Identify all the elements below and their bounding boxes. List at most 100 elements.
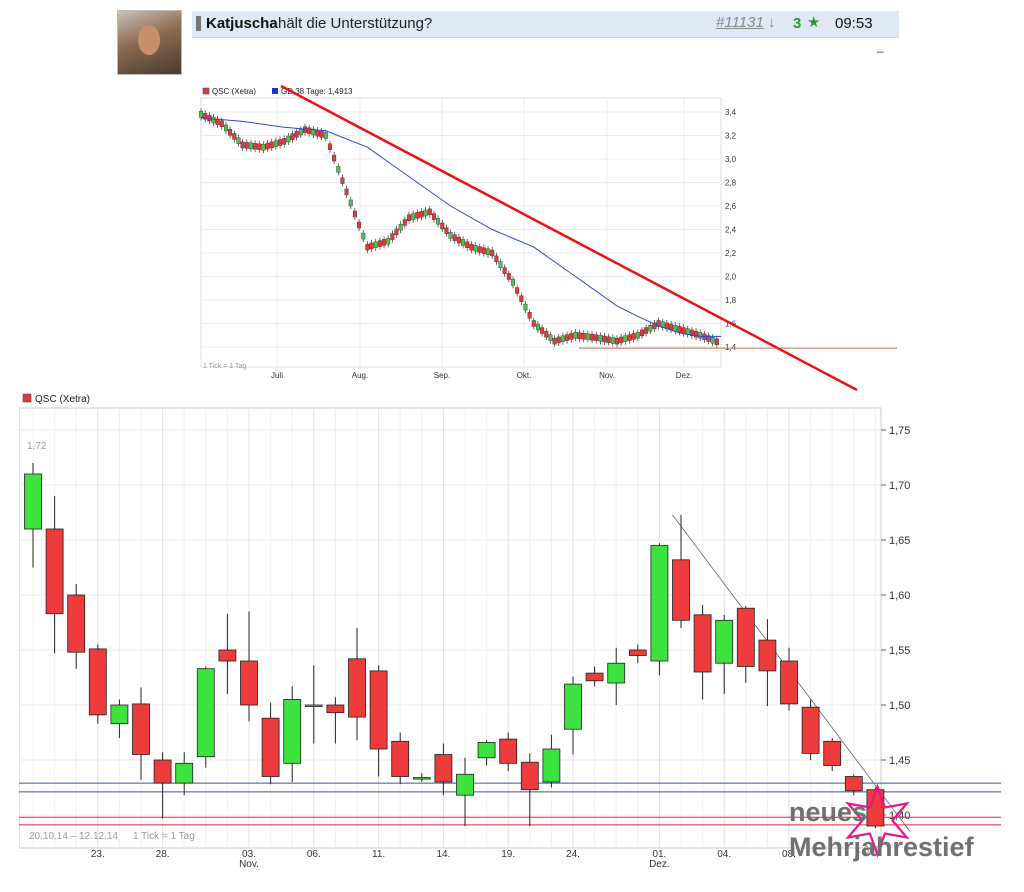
candle — [672, 559, 690, 621]
top-candle — [581, 332, 586, 340]
main-x-month-label: Dez. — [649, 859, 670, 870]
top-candle — [452, 234, 457, 241]
top-candle — [490, 249, 495, 257]
candle — [261, 717, 280, 777]
top-candle — [278, 139, 283, 146]
candle — [780, 660, 798, 705]
main-y-tick-label: 1,60 — [889, 590, 910, 602]
candle — [88, 648, 107, 716]
main-x-tick-label: 06. — [307, 849, 321, 860]
top-candle — [598, 335, 603, 342]
post-marker — [196, 16, 201, 31]
user-avatar[interactable] — [117, 10, 182, 75]
candle — [456, 773, 474, 796]
main-y-tick-label: 1,45 — [889, 755, 910, 767]
top-candle — [448, 232, 453, 239]
top-candle — [248, 142, 253, 150]
avatar-face — [138, 25, 160, 55]
top-candle — [619, 336, 624, 344]
top-x-tick-label: Dez. — [676, 371, 692, 380]
top-y-tick-label: 3,2 — [725, 132, 737, 141]
post-username[interactable]: Katjuscha — [206, 15, 278, 32]
top-candle — [556, 336, 561, 344]
candle — [585, 672, 604, 682]
top-chart: 3,43,23,02,82,62,42,22,01,81,61,4JuliAug… — [199, 84, 897, 392]
candle — [542, 748, 561, 783]
candle — [412, 777, 431, 780]
main-legend-label: QSC (Xetra) — [35, 394, 90, 405]
top-candle — [223, 124, 228, 132]
high-value-label: 1,72 — [27, 441, 47, 452]
candle — [369, 670, 388, 750]
candle — [348, 658, 366, 718]
top-candle — [211, 116, 216, 124]
top-candle — [423, 209, 428, 217]
top-y-tick-label: 2,4 — [725, 226, 737, 235]
top-candle — [560, 335, 565, 342]
top-candle — [535, 323, 540, 331]
main-y-tick-label: 1,70 — [889, 480, 910, 492]
top-candle — [236, 137, 241, 144]
top-candle — [673, 324, 678, 332]
top-candle — [323, 132, 328, 139]
top-candle — [340, 177, 345, 184]
top-candle — [373, 241, 378, 248]
top-candle — [361, 232, 366, 240]
top-y-tick-label: 1,8 — [725, 296, 737, 305]
candle — [240, 660, 258, 706]
candle — [650, 545, 669, 662]
top-candle — [519, 295, 524, 303]
reply-arrow-icon[interactable]: ↓ — [768, 14, 776, 31]
top-chart-footer: 1 Tick = 1 Tag — [203, 363, 246, 370]
candle — [823, 740, 842, 766]
candle — [844, 776, 863, 792]
star-icon[interactable]: ★ — [807, 13, 820, 31]
top-candle — [273, 140, 278, 147]
candle — [218, 649, 237, 662]
top-candle — [602, 335, 607, 343]
top-candle — [315, 129, 320, 137]
candle — [736, 607, 755, 667]
top-candle — [436, 218, 441, 225]
top-candle — [377, 240, 382, 247]
top-candle — [523, 303, 528, 311]
candle — [693, 614, 712, 673]
top-candle — [390, 233, 395, 240]
top-y-tick-label: 2,2 — [725, 249, 737, 258]
top-x-tick-label: Sep. — [434, 371, 450, 380]
top-candle — [573, 332, 578, 339]
candle — [520, 761, 539, 791]
top-candle — [469, 243, 474, 251]
main-legend-swatch — [22, 393, 32, 403]
top-candle — [253, 143, 258, 150]
top-candle — [585, 333, 590, 340]
post-number-link[interactable]: #11131 — [716, 14, 764, 31]
top-candle — [506, 273, 511, 280]
top-candle — [473, 245, 478, 252]
legend-qsc-label: QSC (Xetra) — [212, 87, 256, 96]
main-chart: 1,751,701,651,601,551,501,451,4023. 28. 03… — [19, 393, 1001, 870]
main-x-tick-label: 28. — [156, 849, 170, 860]
top-candle — [677, 326, 682, 333]
legend-swatch-gd — [272, 88, 278, 94]
candle — [196, 668, 215, 758]
candle — [391, 740, 410, 777]
top-candle — [282, 138, 287, 145]
top-candle — [515, 287, 520, 294]
candle — [110, 704, 129, 725]
top-candle — [219, 120, 224, 127]
top-candle — [286, 135, 291, 143]
top-candle — [594, 334, 599, 341]
caption-line2: Mehrjahrestief — [789, 832, 974, 862]
top-plot-bg — [200, 97, 722, 368]
top-candle — [498, 261, 503, 268]
main-x-month-label: Nov. — [239, 859, 259, 870]
candle — [304, 704, 323, 707]
main-x-tick-label: 24. — [566, 849, 580, 860]
top-candle — [698, 332, 703, 339]
top-candle — [710, 336, 715, 344]
top-candle — [411, 213, 416, 220]
main-y-tick-label: 1,75 — [889, 425, 910, 437]
top-candle — [394, 228, 399, 236]
main-y-tick-label: 1,55 — [889, 645, 910, 657]
